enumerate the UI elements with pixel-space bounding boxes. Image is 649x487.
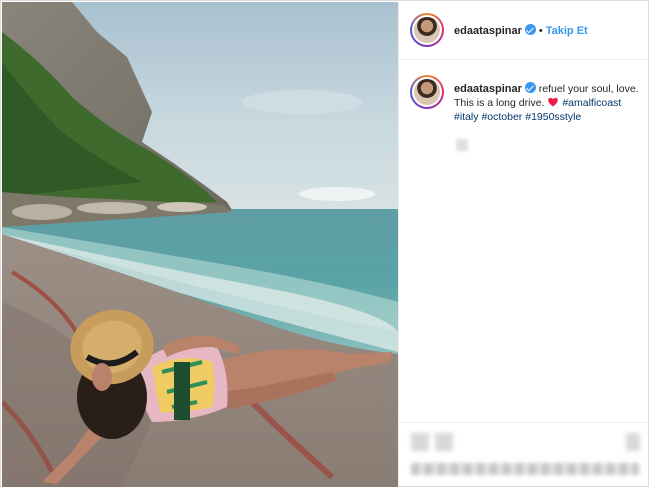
post-header: edaataspinar • Takip Et	[399, 2, 649, 60]
follow-button[interactable]: Takip Et	[546, 25, 588, 37]
post-caption: edaataspinar refuel your soul, love. Thi…	[454, 82, 646, 124]
blurred-action-icons[interactable]	[411, 433, 471, 451]
profile-avatar[interactable]	[410, 13, 444, 47]
blurred-timestamp	[456, 139, 468, 151]
post-actions-area	[399, 422, 649, 487]
hashtag-amalficoast[interactable]: #amalficoast	[562, 97, 621, 109]
caption-text-2: This is a long drive.	[454, 97, 545, 109]
blurred-likes-text	[411, 463, 639, 475]
caption-username[interactable]: edaataspinar	[454, 83, 522, 95]
header-user-row: edaataspinar • Takip Et	[454, 24, 588, 37]
hashtag-italy[interactable]: #italy	[454, 111, 479, 123]
beach-photo-illustration	[2, 2, 398, 487]
blurred-bookmark-icon[interactable]	[626, 433, 640, 451]
verified-badge-icon	[524, 24, 536, 35]
caption-text-1: refuel your soul, love.	[538, 83, 639, 95]
hashtag-1950sstyle[interactable]: #1950sstyle	[525, 111, 581, 123]
verified-badge-icon	[524, 82, 536, 93]
instagram-post-frame: edaataspinar • Takip Et edaataspinar refue…	[0, 0, 649, 487]
caption-avatar[interactable]	[410, 75, 444, 109]
header-username[interactable]: edaataspinar	[454, 25, 522, 37]
post-photo[interactable]	[2, 2, 398, 487]
hashtag-october[interactable]: #october	[481, 111, 522, 123]
red-heart-emoji-icon	[548, 97, 559, 107]
post-side-panel: edaataspinar • Takip Et edaataspinar refue…	[398, 2, 649, 487]
separator-dot: •	[538, 25, 543, 37]
